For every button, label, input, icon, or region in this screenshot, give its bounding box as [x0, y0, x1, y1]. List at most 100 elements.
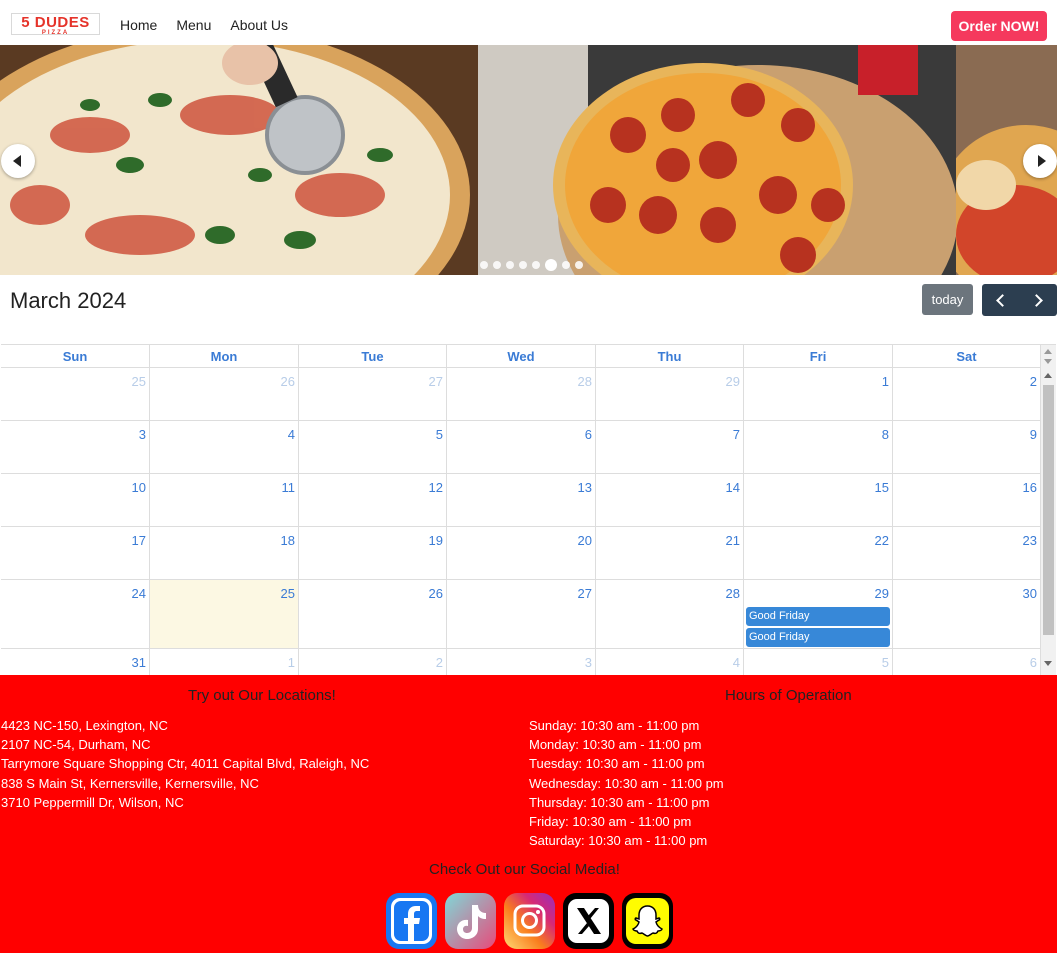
facebook-icon[interactable] — [386, 893, 437, 949]
carousel-dot[interactable] — [562, 261, 570, 269]
carousel-dot[interactable] — [575, 261, 583, 269]
calendar-day-cell[interactable]: 27 — [447, 580, 596, 648]
day-number-link[interactable]: 31 — [132, 655, 146, 670]
tiktok-icon[interactable] — [445, 893, 496, 949]
calendar-day-cell[interactable]: 23 — [893, 527, 1041, 579]
calendar-day-cell[interactable]: 29 Good Friday Good Friday — [744, 580, 893, 648]
scroll-up-arrow-icon[interactable] — [1044, 349, 1052, 354]
calendar-day-cell[interactable]: 27 — [299, 368, 447, 420]
day-number-link[interactable]: 28 — [726, 586, 740, 601]
calendar-day-cell[interactable]: 16 — [893, 474, 1041, 526]
instagram-icon[interactable] — [504, 893, 555, 949]
calendar-day-cell[interactable]: 22 — [744, 527, 893, 579]
calendar-day-cell[interactable]: 1 — [150, 649, 299, 675]
calendar-day-cell[interactable]: 12 — [299, 474, 447, 526]
day-number-link[interactable]: 27 — [429, 374, 443, 389]
day-number-link[interactable]: 12 — [429, 480, 443, 495]
snapchat-icon[interactable] — [622, 893, 673, 949]
calendar-day-cell[interactable]: 18 — [150, 527, 299, 579]
x-icon[interactable] — [563, 893, 614, 949]
calendar-day-cell[interactable]: 20 — [447, 527, 596, 579]
day-number-link[interactable]: 13 — [578, 480, 592, 495]
day-number-link[interactable]: 4 — [733, 655, 740, 670]
day-number-link[interactable]: 7 — [733, 427, 740, 442]
day-number-link[interactable]: 18 — [281, 533, 295, 548]
scrollbar-thumb[interactable] — [1043, 385, 1054, 635]
day-number-link[interactable]: 17 — [132, 533, 146, 548]
calendar-day-cell[interactable]: 24 — [1, 580, 150, 648]
calendar-event[interactable]: Good Friday — [746, 607, 890, 626]
calendar-day-cell[interactable]: 2 — [299, 649, 447, 675]
calendar-day-cell[interactable]: 10 — [1, 474, 150, 526]
carousel-dot[interactable] — [532, 261, 540, 269]
day-number-link[interactable]: 2 — [1030, 374, 1037, 389]
carousel-dot[interactable] — [493, 261, 501, 269]
day-number-link[interactable]: 26 — [281, 374, 295, 389]
calendar-day-cell-today[interactable]: 25 — [150, 580, 299, 648]
calendar-day-cell[interactable]: 21 — [596, 527, 744, 579]
nav-about-link[interactable]: About Us — [230, 17, 288, 33]
day-number-link[interactable]: 10 — [132, 480, 146, 495]
calendar-day-cell[interactable]: 2 — [893, 368, 1041, 420]
scroll-down-icon[interactable] — [1044, 661, 1052, 666]
day-number-link[interactable]: 16 — [1023, 480, 1037, 495]
brand-logo[interactable]: 5 DUDES PIZZA — [11, 13, 100, 36]
calendar-day-cell[interactable]: 29 — [596, 368, 744, 420]
day-number-link[interactable]: 1 — [288, 655, 295, 670]
day-number-link[interactable]: 8 — [882, 427, 889, 442]
calendar-day-cell[interactable]: 9 — [893, 421, 1041, 473]
calendar-day-cell[interactable]: 19 — [299, 527, 447, 579]
day-number-link[interactable]: 9 — [1030, 427, 1037, 442]
day-number-link[interactable]: 26 — [429, 586, 443, 601]
day-number-link[interactable]: 4 — [288, 427, 295, 442]
day-number-link[interactable]: 28 — [578, 374, 592, 389]
calendar-day-cell[interactable]: 5 — [299, 421, 447, 473]
day-number-link[interactable]: 15 — [875, 480, 889, 495]
calendar-today-button[interactable]: today — [922, 284, 973, 315]
calendar-day-cell[interactable]: 8 — [744, 421, 893, 473]
calendar-day-cell[interactable]: 5 — [744, 649, 893, 675]
calendar-day-cell[interactable]: 17 — [1, 527, 150, 579]
calendar-day-cell[interactable]: 14 — [596, 474, 744, 526]
order-now-button[interactable]: Order NOW! — [951, 11, 1047, 41]
day-number-link[interactable]: 5 — [436, 427, 443, 442]
carousel-dot[interactable] — [519, 261, 527, 269]
day-number-link[interactable]: 6 — [1030, 655, 1037, 670]
day-number-link[interactable]: 6 — [585, 427, 592, 442]
calendar-day-cell[interactable]: 13 — [447, 474, 596, 526]
calendar-day-cell[interactable]: 31 — [1, 649, 150, 675]
nav-menu-link[interactable]: Menu — [176, 17, 211, 33]
day-number-link[interactable]: 11 — [282, 480, 296, 495]
carousel-dot-active[interactable] — [545, 259, 557, 271]
scroll-down-arrow-icon[interactable] — [1044, 359, 1052, 364]
calendar-prev-button[interactable] — [982, 284, 1019, 316]
day-number-link[interactable]: 2 — [436, 655, 443, 670]
calendar-day-cell[interactable]: 26 — [150, 368, 299, 420]
scroll-up-icon[interactable] — [1044, 373, 1052, 378]
day-number-link[interactable]: 20 — [578, 533, 592, 548]
calendar-day-cell[interactable]: 4 — [596, 649, 744, 675]
day-number-link[interactable]: 24 — [132, 586, 146, 601]
day-number-link[interactable]: 25 — [281, 586, 295, 601]
day-number-link[interactable]: 27 — [578, 586, 592, 601]
calendar-day-cell[interactable]: 30 — [893, 580, 1041, 648]
day-number-link[interactable]: 29 — [875, 586, 889, 601]
day-number-link[interactable]: 3 — [139, 427, 146, 442]
nav-home-link[interactable]: Home — [120, 17, 157, 33]
calendar-next-button[interactable] — [1020, 284, 1057, 316]
day-number-link[interactable]: 3 — [585, 655, 592, 670]
calendar-day-cell[interactable]: 4 — [150, 421, 299, 473]
day-number-link[interactable]: 29 — [726, 374, 740, 389]
calendar-day-cell[interactable]: 28 — [596, 580, 744, 648]
day-number-link[interactable]: 22 — [875, 533, 889, 548]
carousel-dot[interactable] — [480, 261, 488, 269]
calendar-day-cell[interactable]: 15 — [744, 474, 893, 526]
day-number-link[interactable]: 14 — [726, 480, 740, 495]
day-number-link[interactable]: 25 — [132, 374, 146, 389]
calendar-day-cell[interactable]: 6 — [447, 421, 596, 473]
calendar-day-cell[interactable]: 7 — [596, 421, 744, 473]
day-number-link[interactable]: 19 — [429, 533, 443, 548]
calendar-event[interactable]: Good Friday — [746, 628, 890, 647]
calendar-day-cell[interactable]: 1 — [744, 368, 893, 420]
calendar-day-cell[interactable]: 3 — [1, 421, 150, 473]
